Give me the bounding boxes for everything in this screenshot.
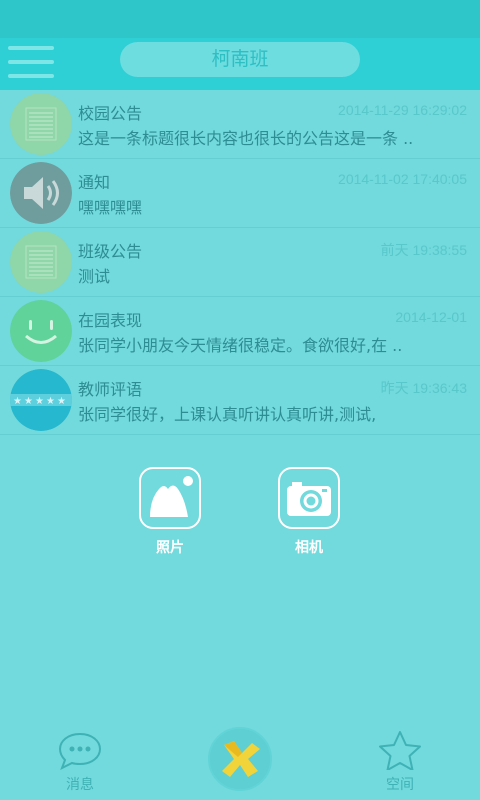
camera-button[interactable]: 相机	[278, 467, 340, 557]
menu-icon-bar	[8, 60, 54, 64]
svg-text:★: ★	[24, 396, 33, 407]
stars-icon: ★ ★ ★ ★ ★	[10, 369, 72, 431]
page-title[interactable]: 柯南班	[120, 42, 360, 77]
photo-icon	[139, 467, 201, 529]
message-text: 张同学很好，上课认真听讲认真听讲,测试,	[78, 405, 377, 424]
message-time: 前天 19:38:55	[380, 242, 467, 258]
tab-space-label: 空间	[386, 777, 414, 793]
message-row-performance[interactable]: 在园表现 2014-12-01 张同学小朋友今天情绪很稳定。食欲很好,在 ..	[0, 297, 480, 366]
message-time: 昨天 19:36:43	[380, 380, 467, 396]
star-icon	[379, 731, 421, 771]
message-row-notification[interactable]: 通知 2014-11-02 17:40:05 嘿嘿嘿嘿	[0, 159, 480, 228]
message-text: 张同学小朋友今天情绪很稳定。食欲很好,在 ..	[78, 336, 403, 355]
tab-space[interactable]: 空间	[376, 730, 424, 794]
svg-text:★: ★	[13, 396, 22, 407]
cross-logo-icon	[222, 741, 260, 777]
photo-label: 照片	[156, 540, 184, 556]
notice-board-icon	[10, 231, 72, 293]
message-time: 2014-11-29 16:29:02	[338, 102, 467, 118]
message-text: 测试	[78, 267, 111, 286]
svg-text:★: ★	[46, 396, 55, 407]
speaker-icon	[10, 162, 72, 224]
message-title: 通知	[78, 173, 111, 192]
photo-button[interactable]: 照片	[139, 467, 201, 557]
notice-board-icon	[10, 93, 72, 155]
tab-messages-label: 消息	[66, 777, 94, 793]
message-title: 教师评语	[78, 380, 143, 399]
message-text: 嘿嘿嘿嘿	[78, 198, 143, 217]
menu-icon-bar	[8, 74, 54, 78]
message-row-class-notice[interactable]: 班级公告 前天 19:38:55 测试	[0, 228, 480, 297]
camera-label: 相机	[295, 540, 323, 556]
tab-messages[interactable]: 消息	[56, 730, 104, 794]
menu-button[interactable]	[8, 44, 54, 80]
message-row-teacher-comment[interactable]: ★ ★ ★ ★ ★ 教师评语 昨天 19:36:43 张同学很好，上课认真听讲认真听讲…	[0, 366, 480, 435]
message-row-school-notice[interactable]: 校园公告 2014-11-29 16:29:02 这是一条标题很长内容也很长的公…	[0, 90, 480, 159]
svg-text:★: ★	[57, 396, 66, 407]
message-time: 2014-11-02 17:40:05	[338, 171, 467, 187]
message-list: 校园公告 2014-11-29 16:29:02 这是一条标题很长内容也很长的公…	[0, 90, 480, 435]
center-action-button[interactable]	[208, 727, 272, 791]
menu-icon	[8, 46, 54, 50]
chat-bubble-icon	[58, 732, 102, 771]
status-bar	[0, 0, 480, 38]
message-title: 班级公告	[78, 242, 143, 261]
svg-text:★: ★	[35, 396, 44, 407]
message-title: 在园表现	[78, 311, 143, 330]
message-title: 校园公告	[78, 104, 143, 123]
smiley-icon	[10, 300, 72, 362]
message-time: 2014-12-01	[395, 309, 467, 325]
message-text: 这是一条标题很长内容也很长的公告这是一条 ..	[78, 129, 414, 148]
camera-icon	[278, 467, 340, 529]
